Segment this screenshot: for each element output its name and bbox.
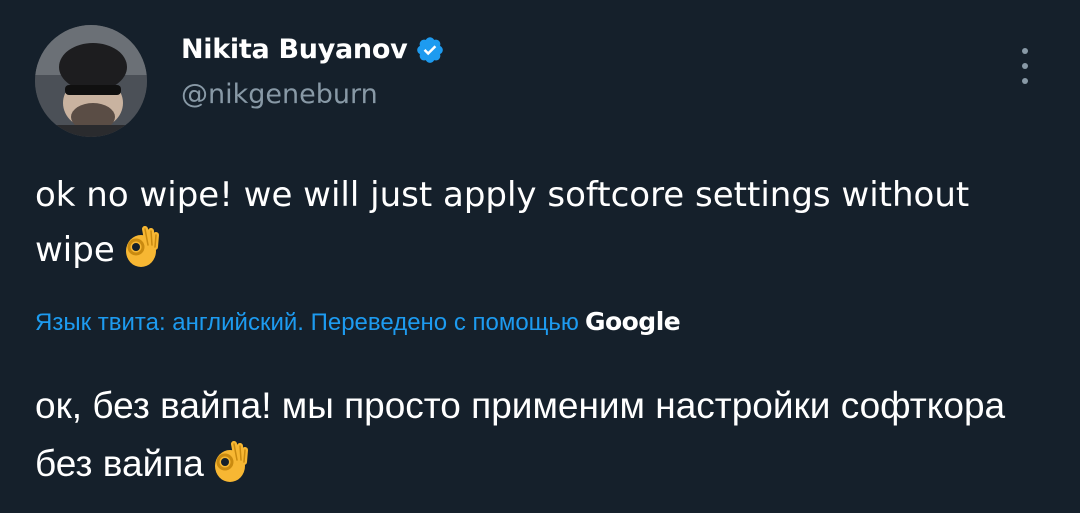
translated-text: ок, без вайпа! мы просто применим настро… <box>35 377 1055 493</box>
author-name[interactable]: Nikita Buyanov <box>181 34 408 65</box>
tweet-body: ok no wipe! we will just apply softcore … <box>35 175 970 270</box>
more-options-icon[interactable] <box>1013 48 1037 84</box>
translation-provider: Google <box>584 307 681 336</box>
avatar[interactable] <box>35 25 147 137</box>
translated-body: ок, без вайпа! мы просто применим настро… <box>35 385 1006 484</box>
avatar-photo <box>35 25 147 137</box>
translation-label[interactable]: Язык твита: английский. Переведено с пом… <box>35 309 579 337</box>
author-info: Nikita Buyanov <box>181 34 445 65</box>
ok-hand-emoji-icon <box>125 226 159 267</box>
verified-badge-icon <box>417 36 444 63</box>
author-handle[interactable]: @nikgeneburn <box>181 79 378 110</box>
ok-hand-emoji-icon <box>214 441 248 482</box>
translation-info[interactable]: Язык твита: английский. Переведено с пом… <box>35 307 681 337</box>
tweet-text: ok no wipe! we will just apply softcore … <box>35 168 1045 278</box>
